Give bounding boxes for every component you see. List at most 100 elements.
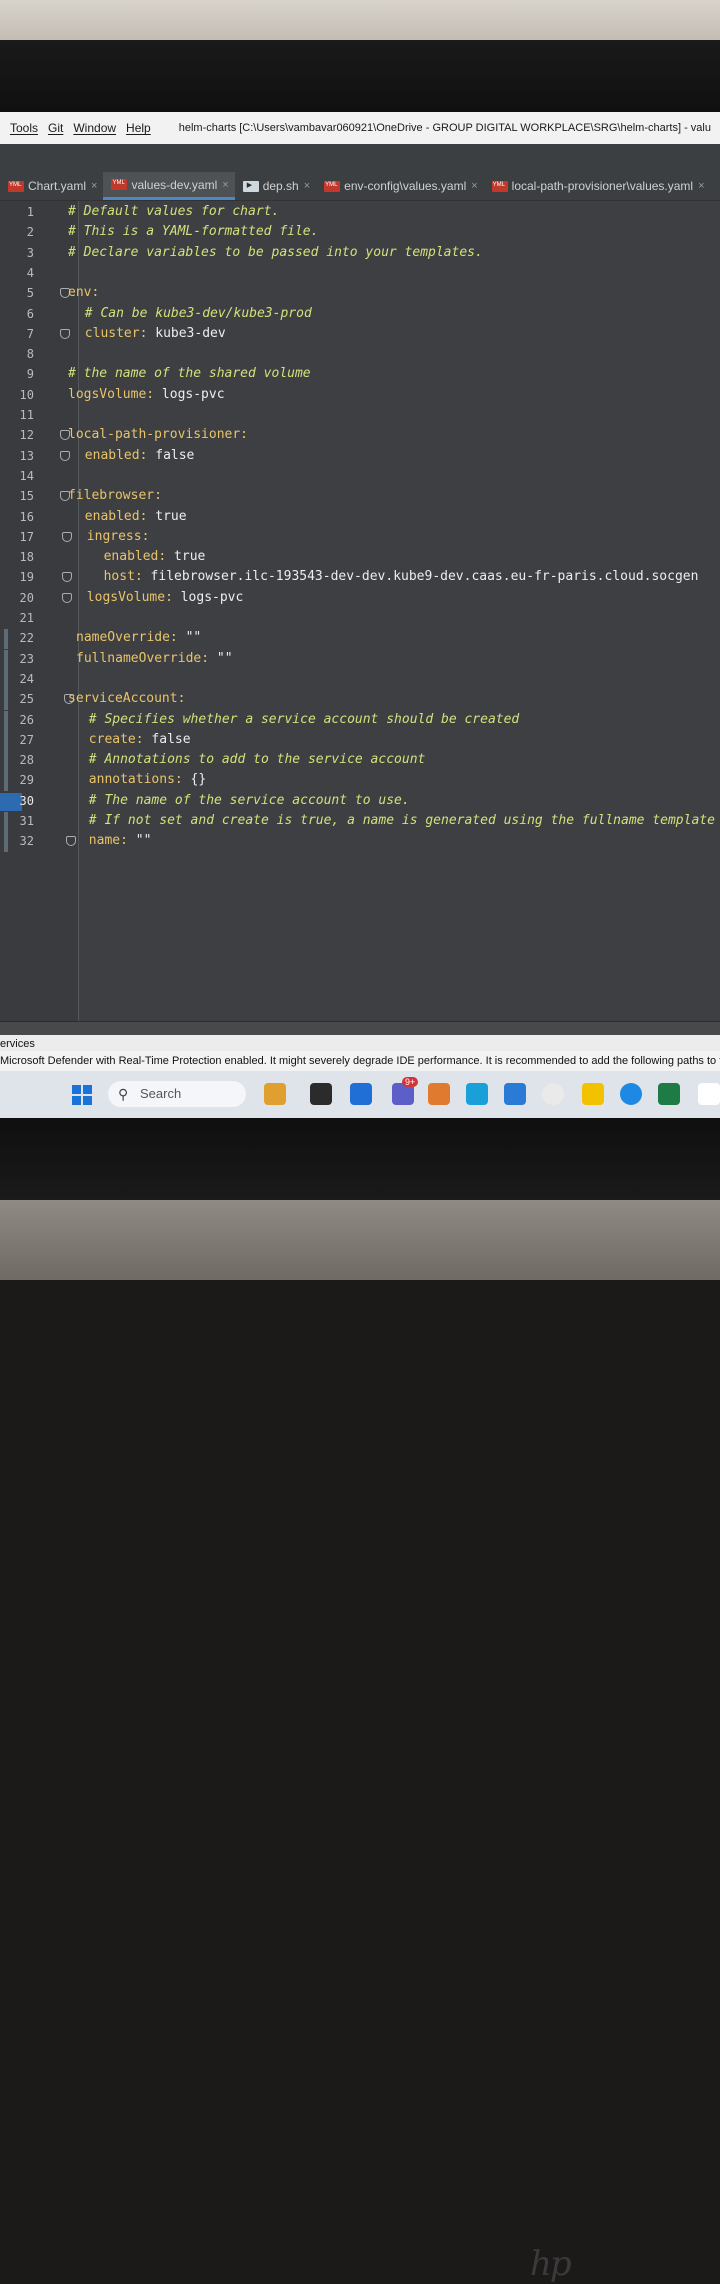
code-line[interactable]: 1 # Default values for chart. [0,203,720,223]
code-line[interactable]: 2 # This is a YAML-formatted file. [0,223,720,243]
code-text: # Can be kube3-dev/kube3-prod [85,306,312,321]
window-title: helm-charts [C:\Users\vambavar060921\One… [178,122,711,134]
close-icon[interactable]: × [222,179,228,191]
shell-script-icon [242,180,259,192]
code-line[interactable]: 6 # Can be kube3-dev/kube3-prod [0,305,720,325]
menu-window[interactable]: Window [73,121,116,135]
close-icon[interactable]: × [471,180,477,192]
code-line[interactable]: 27 create: false [0,730,720,751]
close-icon[interactable]: × [304,180,310,192]
defender-notification[interactable]: Microsoft Defender with Real-Time Protec… [0,1051,720,1071]
taskbar-search[interactable]: ⚲ Search [108,1081,246,1107]
line-number: 7 [26,326,34,341]
chrome-alt-icon[interactable] [620,1083,642,1105]
code-line[interactable]: 18 enabled: true [0,548,720,568]
menu-help[interactable]: Help [126,121,151,135]
fold-toggle-icon[interactable] [62,592,72,603]
fold-toggle-icon[interactable] [60,328,70,339]
chrome-icon[interactable] [542,1083,564,1105]
code-editor[interactable]: 1 # Default values for chart. 2 # This is a… [0,201,720,1021]
outlook-icon[interactable] [350,1083,372,1105]
code-line[interactable]: 4 [0,264,720,284]
code-text: enabled: true [104,549,206,564]
fold-toggle-icon[interactable] [60,450,70,461]
edge-icon[interactable] [466,1083,488,1105]
editor-tab[interactable]: dep.sh × [235,172,316,200]
teams-icon[interactable]: 9+ [392,1077,419,1105]
file-explorer-icon[interactable] [310,1083,332,1105]
code-line[interactable]: 31 # If not set and create is true, a nam… [0,812,720,832]
code-line[interactable]: 28 # Annotations to add to the service ac… [0,751,720,772]
yaml-value: "" [209,650,233,666]
line-number: 14 [19,468,34,483]
yaml-comment: # Annotations to add to the service acco… [88,752,426,768]
yaml-value: logs-pvc [154,386,225,402]
sticky-notes-icon[interactable] [582,1083,604,1105]
yaml-comment: # The name of the service account to use… [88,792,410,808]
line-number: 18 [19,550,34,565]
snipping-tool-icon[interactable] [698,1083,720,1105]
editor-tab[interactable]: values-dev.yaml × [103,172,235,200]
menu-tools[interactable]: Tools [10,121,38,135]
windows-start-icon[interactable] [72,1085,92,1105]
fold-toggle-icon[interactable] [62,531,72,542]
code-line[interactable]: 5 env: [0,284,720,304]
yaml-comment: # If not set and create is true, a name … [88,813,715,828]
line-number: 12 [19,428,34,443]
editor-tab[interactable]: env-config\values.yaml × [316,172,484,200]
editor-tab-label: Chart.yaml [28,179,87,193]
horizontal-scrollbar[interactable] [0,1021,720,1036]
yaml-key: create: [88,731,144,747]
menu-git[interactable]: Git [48,121,63,135]
briefcase-icon[interactable] [264,1083,286,1105]
close-icon[interactable]: × [91,180,97,192]
code-text: local-path-provisioner: [68,427,248,442]
code-line[interactable]: 22 nameOverride: "" [0,629,720,650]
editor-tab[interactable]: local-path-provisioner\values.yaml × [484,172,711,200]
yaml-comment: # This is a YAML-formatted file. [68,224,319,240]
fold-toggle-icon[interactable] [66,836,76,847]
line-number: 9 [26,367,34,382]
code-line[interactable]: 24 [0,669,720,690]
code-line[interactable]: 13 enabled: false [0,447,720,467]
yaml-value: "" [127,833,152,849]
code-line[interactable]: 25 serviceAccount: [0,690,720,711]
code-line[interactable]: 21 [0,609,720,629]
editor-tab[interactable]: Chart.yaml × [0,172,103,200]
line-number: 16 [19,509,34,524]
line-number: 32 [19,834,34,849]
code-line[interactable]: 12 local-path-provisioner: [0,426,720,446]
code-line[interactable]: 19 host: filebrowser.ilc-193543-dev-dev.k… [0,568,720,588]
code-line[interactable]: 32 name: "" [0,832,720,853]
close-icon[interactable]: × [698,180,704,192]
code-line[interactable]: 15 filebrowser: [0,487,720,507]
yaml-key: enabled: [103,549,167,565]
fold-toggle-icon[interactable] [62,572,72,583]
code-line[interactable]: 8 [0,345,720,365]
code-line[interactable]: 29 annotations: {} [0,771,720,792]
code-line[interactable]: 17 ingress: [0,528,720,548]
code-line[interactable]: 14 [0,467,720,487]
line-number: 1 [26,205,34,219]
excel-icon[interactable] [658,1083,680,1105]
code-line[interactable]: 11 [0,406,720,426]
code-line[interactable]: 10 logsVolume: logs-pvc [0,386,720,406]
code-line[interactable]: 7 cluster: kube3-dev [0,325,720,345]
yaml-value: false [143,731,191,747]
code-line[interactable]: 9 # the name of the shared volume [0,365,720,385]
code-line[interactable]: 3 # Declare variables to be passed into y… [0,244,720,264]
paint-icon[interactable] [428,1083,450,1105]
code-line[interactable]: 20 logsVolume: logs-pvc [0,589,720,609]
photo-background-top [0,0,720,40]
line-number: 13 [19,448,34,463]
code-line[interactable]: 30 # The name of the service account to u… [0,792,720,812]
store-icon[interactable] [504,1083,526,1105]
hp-logo: hp [530,2244,572,2284]
yaml-value: logs-pvc [172,589,244,605]
code-text: env: [68,285,99,300]
code-line[interactable]: 26 # Specifies whether a service account … [0,710,720,731]
code-line[interactable]: 23 fullnameOverride: "" [0,649,720,670]
code-text: # If not set and create is true, a name … [89,813,715,828]
code-text: annotations: {} [89,772,206,787]
code-line[interactable]: 16 enabled: true [0,508,720,528]
